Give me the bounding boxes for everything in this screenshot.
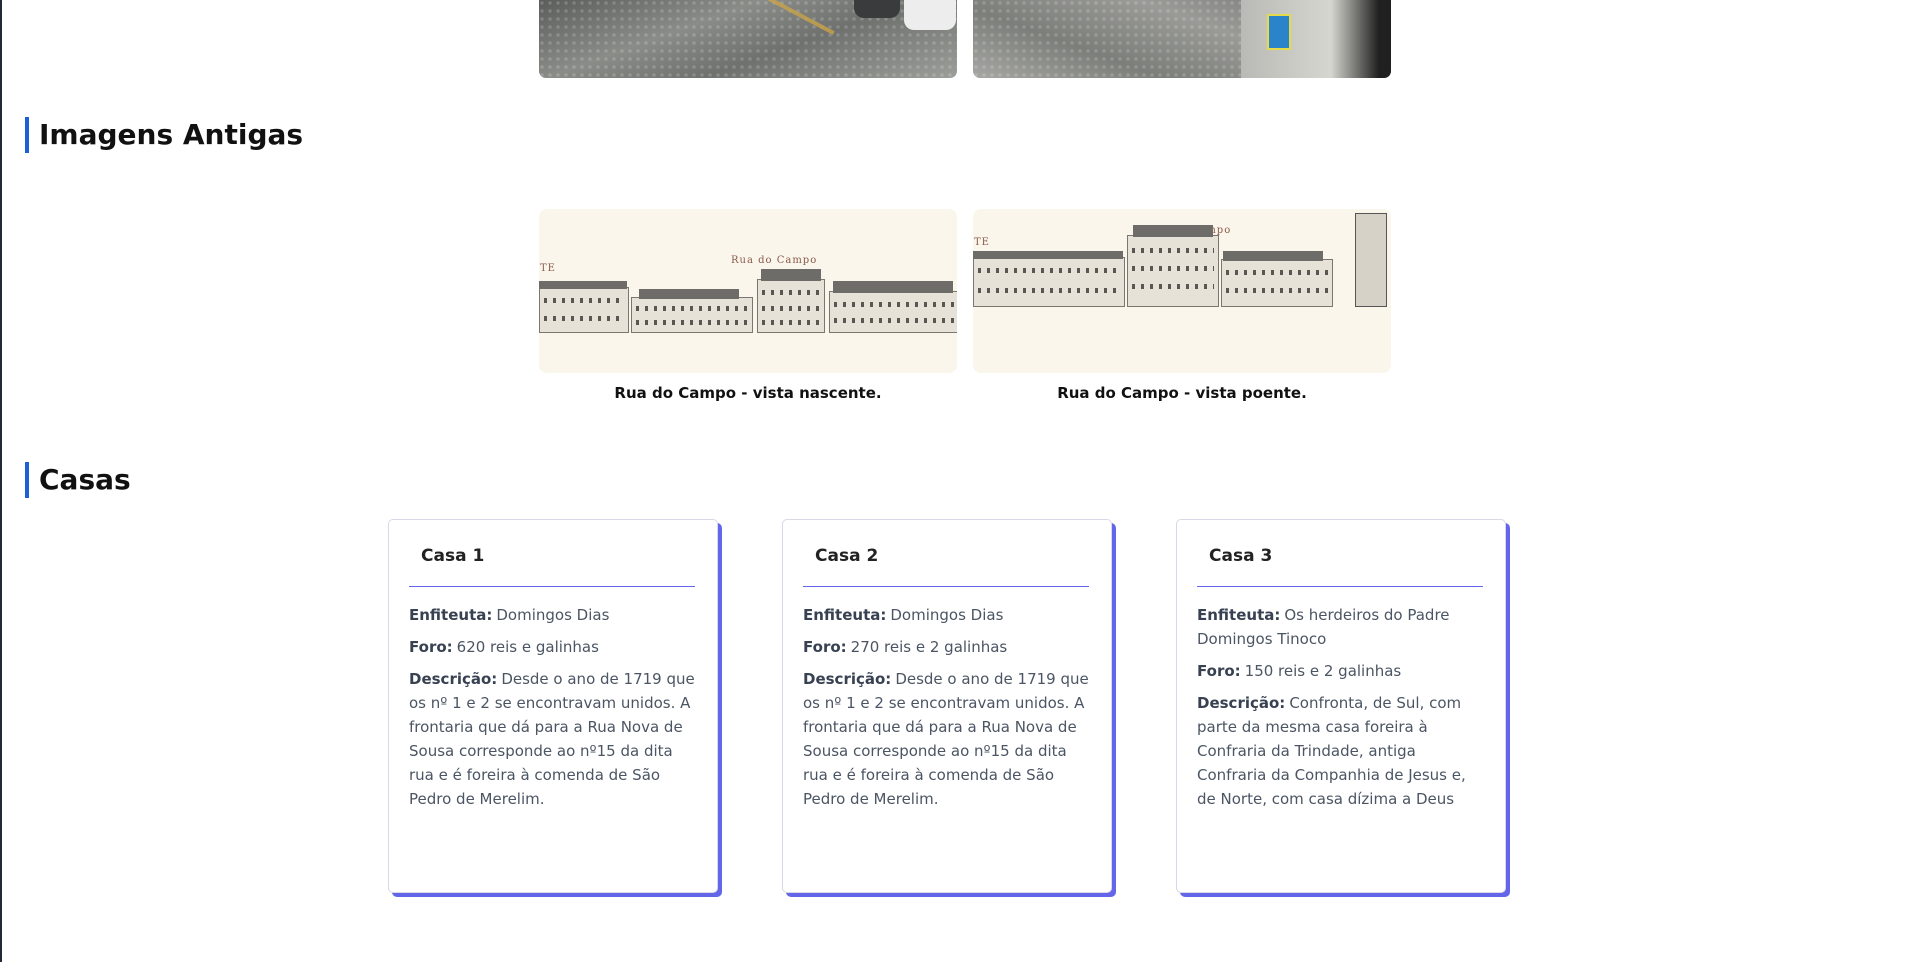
house-card-1[interactable]: Casa 1 Enfiteuta: Domingos Dias Foro: 620 … bbox=[388, 519, 718, 893]
house-descricao: Descrição: Confronta, de Sul, com parte d… bbox=[1197, 691, 1483, 811]
parked-car bbox=[854, 0, 900, 18]
drawing-roof bbox=[973, 251, 1123, 259]
drawing-roof bbox=[833, 281, 953, 293]
drawing-roof bbox=[1133, 225, 1213, 237]
foro-label: Foro: bbox=[409, 638, 453, 656]
street-poster bbox=[1267, 14, 1291, 50]
house-card-title: Casa 2 bbox=[803, 540, 1089, 587]
drawing-roof bbox=[1223, 251, 1323, 261]
drawing-building bbox=[973, 257, 1125, 307]
building-wall bbox=[1241, 0, 1391, 78]
foro-label: Foro: bbox=[803, 638, 847, 656]
house-enfiteuta: Enfiteuta: Domingos Dias bbox=[409, 603, 695, 627]
house-enfiteuta: Enfiteuta: Domingos Dias bbox=[803, 603, 1089, 627]
descricao-label: Descrição: bbox=[1197, 694, 1286, 712]
drawing-edge-label: TE bbox=[540, 263, 556, 274]
drawing-building bbox=[631, 297, 753, 333]
enfiteuta-value: Domingos Dias bbox=[890, 606, 1004, 624]
house-foro: Foro: 620 reis e galinhas bbox=[409, 635, 695, 659]
page-left-border bbox=[0, 0, 2, 962]
drawing-street-label: Rua do Campo bbox=[731, 255, 818, 266]
old-drawing-caption-west: Rua do Campo - vista poente. bbox=[1057, 384, 1307, 402]
foro-label: Foro: bbox=[1197, 662, 1241, 680]
descricao-label: Descrição: bbox=[803, 670, 892, 688]
descricao-value: Desde o ano de 1719 que os nº 1 e 2 se e… bbox=[803, 670, 1089, 808]
foro-value: 620 reis e galinhas bbox=[456, 638, 599, 656]
enfiteuta-label: Enfiteuta: bbox=[409, 606, 493, 624]
drawing-roof bbox=[639, 289, 739, 299]
house-foro: Foro: 270 reis e 2 galinhas bbox=[803, 635, 1089, 659]
drawing-church-tower bbox=[1355, 213, 1387, 307]
house-card-3[interactable]: Casa 3 Enfiteuta: Os herdeiros do Padre D… bbox=[1176, 519, 1506, 893]
drawing-edge-label: TE bbox=[974, 237, 990, 248]
old-drawing-caption-east: Rua do Campo - vista nascente. bbox=[614, 384, 882, 402]
old-drawing-east-view[interactable]: TE Rua do Campo bbox=[539, 209, 957, 373]
drawing-building bbox=[757, 279, 825, 333]
house-card-2[interactable]: Casa 2 Enfiteuta: Domingos Dias Foro: 270 … bbox=[782, 519, 1112, 893]
house-card-title: Casa 3 bbox=[1197, 540, 1483, 587]
old-drawing-west-view[interactable]: TE Rua do Campo bbox=[973, 209, 1391, 373]
enfiteuta-label: Enfiteuta: bbox=[803, 606, 887, 624]
house-foro: Foro: 150 reis e 2 galinhas bbox=[1197, 659, 1483, 683]
descricao-label: Descrição: bbox=[409, 670, 498, 688]
drawing-building bbox=[829, 291, 957, 333]
street-photo-2[interactable] bbox=[973, 0, 1391, 78]
section-title-houses: Casas bbox=[25, 462, 131, 498]
foro-value: 150 reis e 2 galinhas bbox=[1244, 662, 1402, 680]
drawing-building bbox=[539, 287, 629, 333]
house-descricao: Descrição: Desde o ano de 1719 que os nº … bbox=[803, 667, 1089, 811]
house-enfiteuta: Enfiteuta: Os herdeiros do Padre Domingos… bbox=[1197, 603, 1483, 651]
parked-car bbox=[904, 0, 956, 30]
section-title-old-images: Imagens Antigas bbox=[25, 117, 303, 153]
drawing-building bbox=[1127, 235, 1219, 307]
house-card-title: Casa 1 bbox=[409, 540, 695, 587]
foro-value: 270 reis e 2 galinhas bbox=[850, 638, 1008, 656]
drawing-roof bbox=[761, 269, 821, 281]
house-descricao: Descrição: Desde o ano de 1719 que os nº … bbox=[409, 667, 695, 811]
enfiteuta-value: Domingos Dias bbox=[496, 606, 610, 624]
enfiteuta-label: Enfiteuta: bbox=[1197, 606, 1281, 624]
descricao-value: Desde o ano de 1719 que os nº 1 e 2 se e… bbox=[409, 670, 695, 808]
street-photo-1[interactable] bbox=[539, 0, 957, 78]
drawing-building bbox=[1221, 259, 1333, 307]
drawing-roof bbox=[539, 281, 627, 289]
